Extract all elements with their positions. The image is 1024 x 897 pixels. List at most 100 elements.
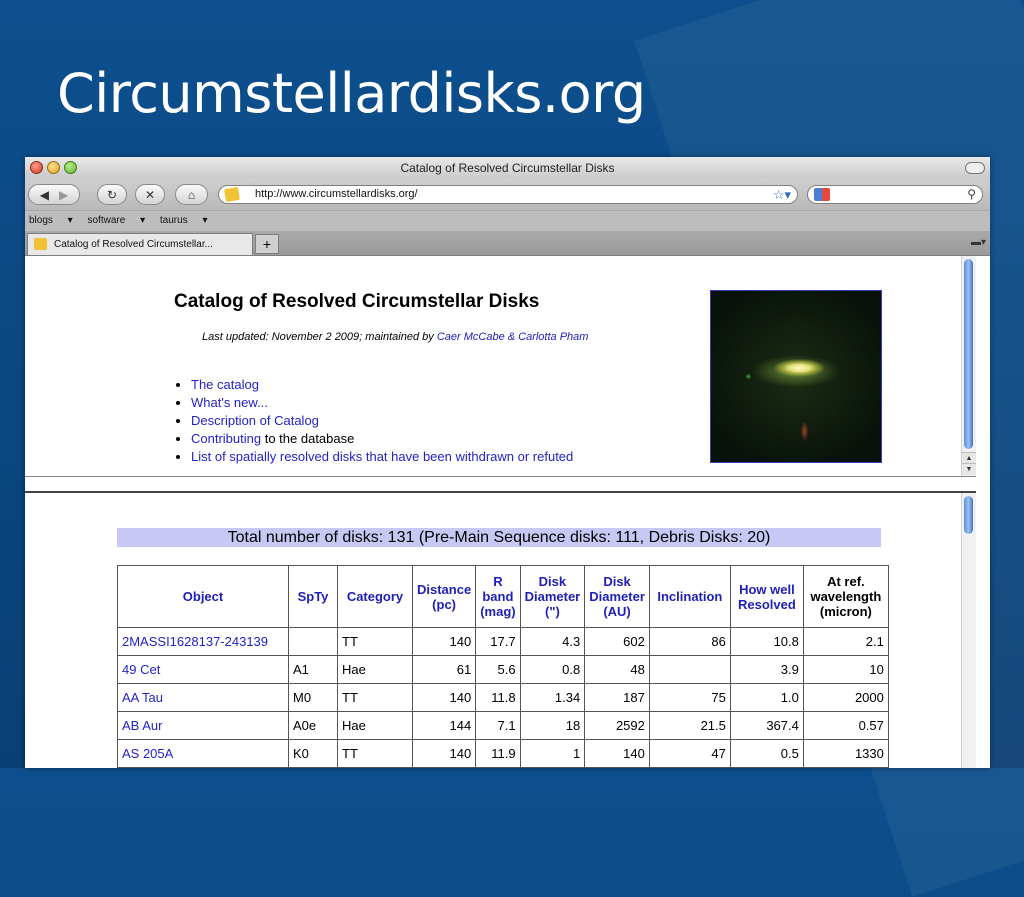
table-row: AA Tau M0 TT 140 11.8 1.34 187 75 1.0 2000 [117, 683, 889, 712]
table-cell: 187 [584, 683, 650, 712]
forward-arrow-icon[interactable]: ▶ [59, 188, 68, 202]
table-cell: 86 [648, 627, 731, 656]
table-cell: M0 [288, 683, 338, 712]
scroll-down-arrow-icon[interactable]: ▼ [962, 463, 976, 475]
bookmark-software[interactable]: software ▾ [88, 215, 146, 226]
site-favicon-icon [223, 186, 241, 203]
table-cell: 7.1 [475, 711, 521, 740]
table-cell: K0 [288, 739, 338, 768]
table-cell: 140 [411, 739, 477, 768]
table-cell: 10 [802, 655, 889, 684]
reload-icon: ↻ [106, 187, 118, 202]
table-cell: 1330 [802, 739, 889, 768]
tab-list-icon[interactable]: ▬▾ [971, 237, 986, 248]
table-cell: TT [337, 739, 413, 768]
search-icon[interactable]: ⚲ [967, 186, 976, 203]
header-disk-diameter-arcsec[interactable]: Disk Diameter (") [519, 565, 586, 628]
catalog-scrollbar[interactable] [961, 493, 976, 768]
zoom-window-button[interactable] [64, 161, 77, 174]
contributing-link[interactable]: Contributing [191, 431, 261, 446]
menu-item: List of spatially resolved disks that ha… [191, 448, 573, 466]
search-bar[interactable]: ⚲ [807, 185, 983, 204]
stop-button[interactable]: ✕ [135, 184, 165, 205]
table-cell: 144 [411, 711, 477, 740]
table-cell: A0e [288, 711, 338, 740]
header-category[interactable]: Category [337, 565, 413, 628]
last-updated: Last updated: November 2 2009; maintaine… [202, 331, 589, 343]
table-cell: Hae [337, 711, 413, 740]
catalog-scroll-thumb[interactable] [964, 496, 973, 534]
object-link[interactable]: AB Aur [117, 711, 289, 740]
table-cell: 140 [584, 739, 650, 768]
header-distance[interactable]: Distance (pc) [411, 565, 477, 628]
catalog-frame: Total number of disks: 131 (Pre-Main Seq… [25, 493, 976, 768]
whats-new-link[interactable]: What's new... [191, 395, 268, 410]
table-cell: 602 [584, 627, 650, 656]
bookmark-taurus[interactable]: taurus ▾ [160, 215, 208, 226]
new-tab-button[interactable]: + [255, 234, 279, 254]
back-arrow-icon[interactable]: ◀ [40, 188, 49, 202]
table-cell: 17.7 [475, 627, 521, 656]
table-cell: 47 [648, 739, 731, 768]
object-link[interactable]: 2MASSI1628137-243139 [117, 627, 289, 656]
description-link[interactable]: Description of Catalog [191, 413, 319, 428]
maintainers-link[interactable]: Caer McCabe & Carlotta Pham [437, 331, 589, 343]
header-object[interactable]: Object [117, 565, 289, 628]
header-inclination[interactable]: Inclination [648, 565, 731, 628]
withdrawn-disks-link[interactable]: List of spatially resolved disks that ha… [191, 449, 573, 464]
tab-catalog[interactable]: Catalog of Resolved Circumstellar... [27, 233, 253, 255]
menu-item: Contributing to the database [191, 430, 573, 448]
table-body: 2MASSI1628137-243139 TT 140 17.7 4.3 602 86 10.… [117, 627, 889, 768]
bookmarks-bar: blogs ▾ software ▾ taurus ▾ [25, 210, 990, 231]
menu-item: The catalog [191, 376, 573, 394]
catalog-link[interactable]: The catalog [191, 377, 259, 392]
header-frame: Catalog of Resolved Circumstellar Disks … [25, 256, 976, 476]
table-cell [288, 627, 338, 656]
table-cell: 140 [411, 627, 477, 656]
header-how-well-resolved[interactable]: How well Resolved [729, 565, 804, 628]
header-disk-diameter-au[interactable]: Disk Diameter (AU) [584, 565, 650, 628]
bookmark-blogs[interactable]: blogs ▾ [29, 215, 73, 226]
table-cell: 21.5 [648, 711, 731, 740]
menu-item: What's new... [191, 394, 573, 412]
home-button[interactable]: ⌂ [175, 184, 208, 205]
page-title: Catalog of Resolved Circumstellar Disks [174, 291, 540, 312]
table-header-row: Object SpTy Category Distance (pc) R ban… [117, 565, 889, 628]
table-cell: Hae [337, 655, 413, 684]
table-row: AS 205A K0 TT 140 11.9 1 140 47 0.5 1330 [117, 739, 889, 768]
home-icon: ⌂ [187, 187, 196, 202]
browser-window: Catalog of Resolved Circumstellar Disks … [25, 157, 990, 768]
slide-title: Circumstellardisks.org [57, 62, 646, 125]
table-cell: 0.8 [519, 655, 586, 684]
object-link[interactable]: AS 205A [117, 739, 289, 768]
bookmark-star-icon[interactable]: ☆▾ [773, 186, 791, 203]
header-scroll-thumb[interactable] [964, 259, 973, 449]
table-cell: TT [337, 683, 413, 712]
back-forward-group: ◀ ▶ [28, 184, 80, 205]
navigation-toolbar: ◀ ▶ ↻ ✕ ⌂ http://www.circumstellardisks.… [25, 179, 990, 210]
close-window-button[interactable] [30, 161, 43, 174]
minimize-window-button[interactable] [47, 161, 60, 174]
object-link[interactable]: AA Tau [117, 683, 289, 712]
table-cell: 0.5 [729, 739, 804, 768]
header-spty[interactable]: SpTy [288, 565, 338, 628]
header-ref-wavelength: At ref. wavelength (micron) [802, 565, 889, 628]
table-cell: 1.34 [519, 683, 586, 712]
table-row: 2MASSI1628137-243139 TT 140 17.7 4.3 602 86 10.… [117, 627, 889, 656]
table-cell: 18 [519, 711, 586, 740]
url-bar[interactable]: http://www.circumstellardisks.org/ ☆▾ [218, 185, 798, 204]
toolbar-toggle-button[interactable] [965, 162, 985, 174]
table-cell: 61 [411, 655, 477, 684]
header-r-band[interactable]: R band (mag) [475, 565, 521, 628]
tab-strip: Catalog of Resolved Circumstellar... + ▬… [25, 231, 990, 256]
frame-divider[interactable] [25, 476, 976, 493]
table-row: AB Aur A0e Hae 144 7.1 18 2592 21.5 367.4 0.57 [117, 711, 889, 740]
object-link[interactable]: 49 Cet [117, 655, 289, 684]
reload-button[interactable]: ↻ [97, 184, 127, 205]
table-cell: 1 [519, 739, 586, 768]
tab-label: Catalog of Resolved Circumstellar... [54, 239, 213, 250]
search-engine-icon[interactable] [814, 188, 830, 201]
table-cell: A1 [288, 655, 338, 684]
window-titlebar: Catalog of Resolved Circumstellar Disks [25, 157, 990, 179]
header-scrollbar[interactable]: ▲ ▼ [961, 256, 976, 476]
